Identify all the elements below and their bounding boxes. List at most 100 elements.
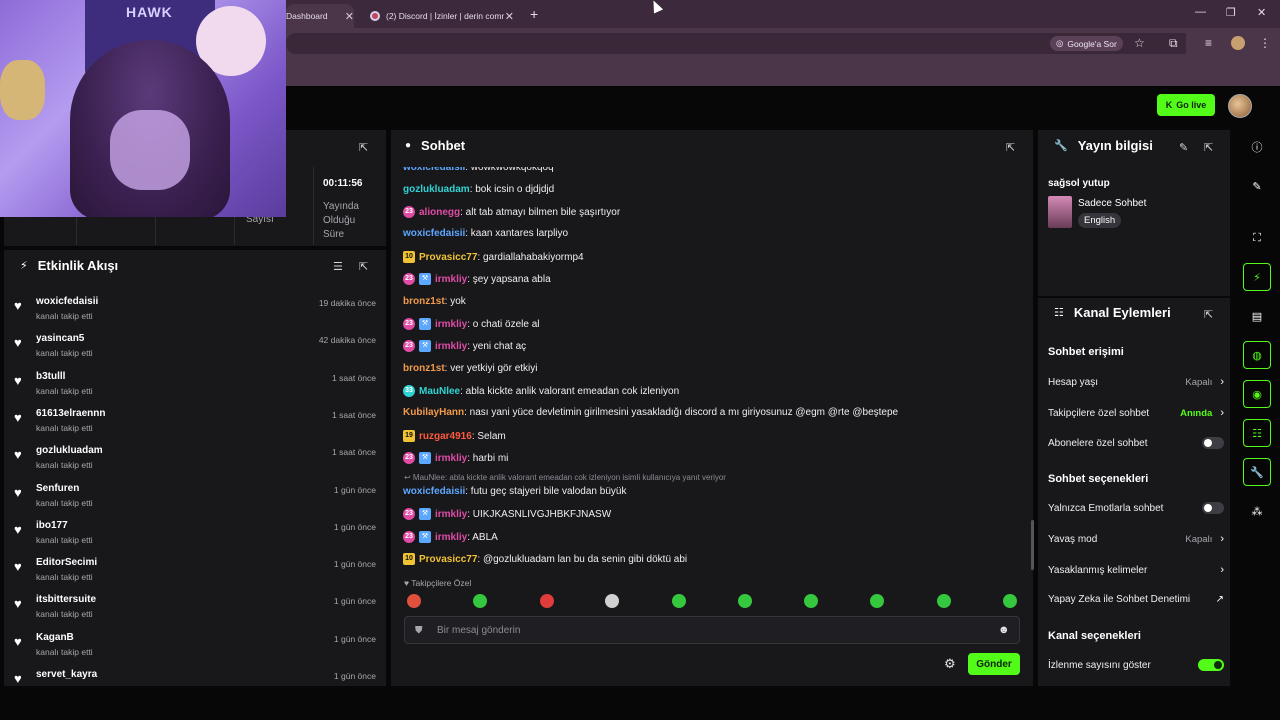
chat-message: 10 Provasicc77: gardiallahabakiyormp4 (403, 251, 584, 263)
chat-username[interactable]: irmkliy (435, 274, 467, 285)
stream-title: sağsol yutup (1048, 178, 1110, 189)
chat-username[interactable]: MauNlee (419, 386, 460, 397)
subscribers-chat-toggle[interactable] (1202, 437, 1224, 449)
channel-actions-title: Kanal Eylemleri (1073, 305, 1171, 320)
chat-username[interactable]: alionegg (419, 207, 460, 218)
new-tab-icon[interactable]: + (530, 6, 538, 22)
notes-icon[interactable]: ▤ (1243, 302, 1271, 330)
browser-profile-avatar[interactable] (1231, 36, 1245, 50)
browser-tab-discord[interactable]: (2) Discord | İzinler | derin commu ✕ (362, 4, 522, 28)
stream-info-toggle-icon[interactable]: 🔧 (1243, 458, 1271, 486)
emote-icon[interactable] (540, 594, 554, 608)
feed-item-username[interactable]: Senfuren (36, 483, 79, 494)
section-channel-options: Kanal seçenekleri (1048, 630, 1141, 642)
send-button[interactable]: Gönder (968, 653, 1020, 675)
chat-username[interactable]: KubilayHann (403, 407, 464, 418)
emote-icon[interactable] (407, 594, 421, 608)
close-tab-icon[interactable]: ✕ (345, 10, 354, 23)
emote-only-row: Yalnızca Emotlarla sohbet (1048, 502, 1224, 514)
close-window-icon[interactable]: ✕ (1257, 6, 1266, 19)
go-live-button[interactable]: K Go live (1157, 94, 1215, 116)
chat-username[interactable]: irmkliy (435, 509, 467, 520)
popout-icon[interactable]: ⇱ (1006, 141, 1015, 154)
chat-username[interactable]: irmkliy (435, 319, 467, 330)
minimize-icon[interactable]: — (1195, 6, 1206, 18)
chat-text: : ver yetkiyi gör etkiyi (444, 363, 538, 374)
heart-icon: ♥ (14, 447, 22, 463)
feed-item-username[interactable]: EditorSecimi (36, 557, 97, 568)
emote-icon[interactable] (870, 594, 884, 608)
chat-username[interactable]: ruzgar4916 (419, 431, 472, 442)
popout-icon[interactable]: ⇱ (1204, 308, 1213, 321)
emote-icon[interactable] (605, 594, 619, 608)
chat-username[interactable]: irmkliy (435, 453, 467, 464)
followers-only-chat-row[interactable]: Takipçilere özel sohbet Anında › (1048, 407, 1224, 419)
chat-username[interactable]: gozlukluadam (403, 184, 470, 195)
feed-item-time: 1 gün önce (333, 484, 376, 495)
bookmark-star-icon[interactable]: ☆ (1134, 36, 1145, 50)
feed-item-username[interactable]: servet_kayra (36, 669, 97, 680)
browser-menu-icon[interactable]: ⋮ (1259, 36, 1271, 50)
popout-icon[interactable]: ⇱ (359, 141, 368, 154)
emote-icon[interactable] (473, 594, 487, 608)
chat-username[interactable]: irmkliy (435, 341, 467, 352)
feed-item-username[interactable]: KaganB (36, 632, 74, 643)
google-sor-button[interactable]: ◎ Google'a Sor (1050, 36, 1123, 51)
reading-list-icon[interactable]: ≡ (1205, 36, 1212, 50)
feed-item-username[interactable]: yasincan5 (36, 333, 84, 344)
info-icon[interactable]: ⓘ (1243, 133, 1271, 161)
feed-item-username[interactable]: gozlukluadam (36, 445, 103, 456)
account-age-row[interactable]: Hesap yaşı Kapalı › (1048, 376, 1224, 388)
chat-username[interactable]: Provasicc77 (419, 554, 477, 565)
heart-icon: ♥ (14, 671, 22, 686)
chat-badge-icon: 10 (403, 553, 415, 565)
show-viewers-toggle[interactable] (1198, 659, 1224, 671)
channel-actions-toggle-icon[interactable]: ☷ (1243, 419, 1271, 447)
chat-settings-gear-icon[interactable]: ⚙ (944, 656, 956, 672)
fullscreen-icon[interactable]: ⛶ (1243, 224, 1271, 252)
chat-username[interactable]: irmkliy (435, 532, 467, 543)
emote-only-toggle[interactable] (1202, 502, 1224, 514)
broadcast-icon[interactable]: ◉ (1243, 380, 1271, 408)
maximize-icon[interactable]: ❐ (1226, 6, 1236, 19)
user-avatar[interactable] (1228, 94, 1252, 118)
more-widgets-icon[interactable]: ⁂ (1243, 497, 1271, 525)
emote-icon[interactable] (804, 594, 818, 608)
feed-item-username[interactable]: b3tulll (36, 371, 65, 382)
feed-item: ♥ ibo177 kanalı takip etti 1 gün önce (12, 518, 378, 554)
extensions-icon[interactable]: ⧉ (1169, 36, 1178, 51)
edit-icon[interactable]: ✎ (1243, 172, 1271, 200)
feed-item-username[interactable]: 61613elraennn (36, 408, 106, 419)
chat-username[interactable]: woxicfedaisii (403, 228, 465, 239)
feed-item-username[interactable]: itsbittersuite (36, 594, 96, 605)
banned-words-row[interactable]: Yasaklanmış kelimeler › (1048, 564, 1224, 576)
chat-message: woxicfedaisii: kaan xantares larpliyo (403, 228, 568, 239)
chat-username[interactable]: bronz1st (403, 296, 445, 307)
shield-icon: ⛊ (415, 625, 423, 636)
slow-mode-row[interactable]: Yavaş mod Kapalı › (1048, 533, 1224, 545)
chat-toggle-icon[interactable]: ◍ (1243, 341, 1271, 369)
emote-icon[interactable] (738, 594, 752, 608)
popout-icon[interactable]: ⇱ (359, 260, 368, 273)
popout-icon[interactable]: ⇱ (1204, 141, 1213, 154)
edit-pencil-icon[interactable]: ✎ (1179, 141, 1188, 154)
activity-feed-toggle-icon[interactable]: ⚡ (1243, 263, 1271, 291)
emote-icon[interactable] (937, 594, 951, 608)
browser-tab-dashboard[interactable]: Dashboard ✕ (286, 4, 354, 28)
close-tab-icon[interactable]: ✕ (505, 10, 514, 23)
feed-item-username[interactable]: woxicfedaisii (36, 296, 98, 307)
chat-badge-icon: ⚒ (419, 273, 431, 285)
ai-moderation-row[interactable]: Yapay Zeka ile Sohbet Denetimi ↗ (1048, 594, 1224, 605)
chat-text: : nası yani yüce devletimin girilmesini … (464, 407, 899, 418)
emoji-icon[interactable]: ☻ (998, 624, 1010, 636)
emote-icon[interactable] (1003, 594, 1017, 608)
emote-icon[interactable] (672, 594, 686, 608)
chat-username[interactable]: woxicfedaisii (403, 486, 465, 497)
filter-icon[interactable]: ☰ (333, 260, 343, 273)
chat-username[interactable]: Provasicc77 (419, 252, 477, 263)
stream-language-tag: English (1078, 213, 1122, 228)
chat-scrollbar[interactable] (1031, 520, 1034, 570)
chat-username[interactable]: bronz1st (403, 363, 445, 374)
subscribers-only-chat-row: Abonelere özel sohbet (1048, 437, 1224, 449)
feed-item-username[interactable]: ibo177 (36, 520, 68, 531)
